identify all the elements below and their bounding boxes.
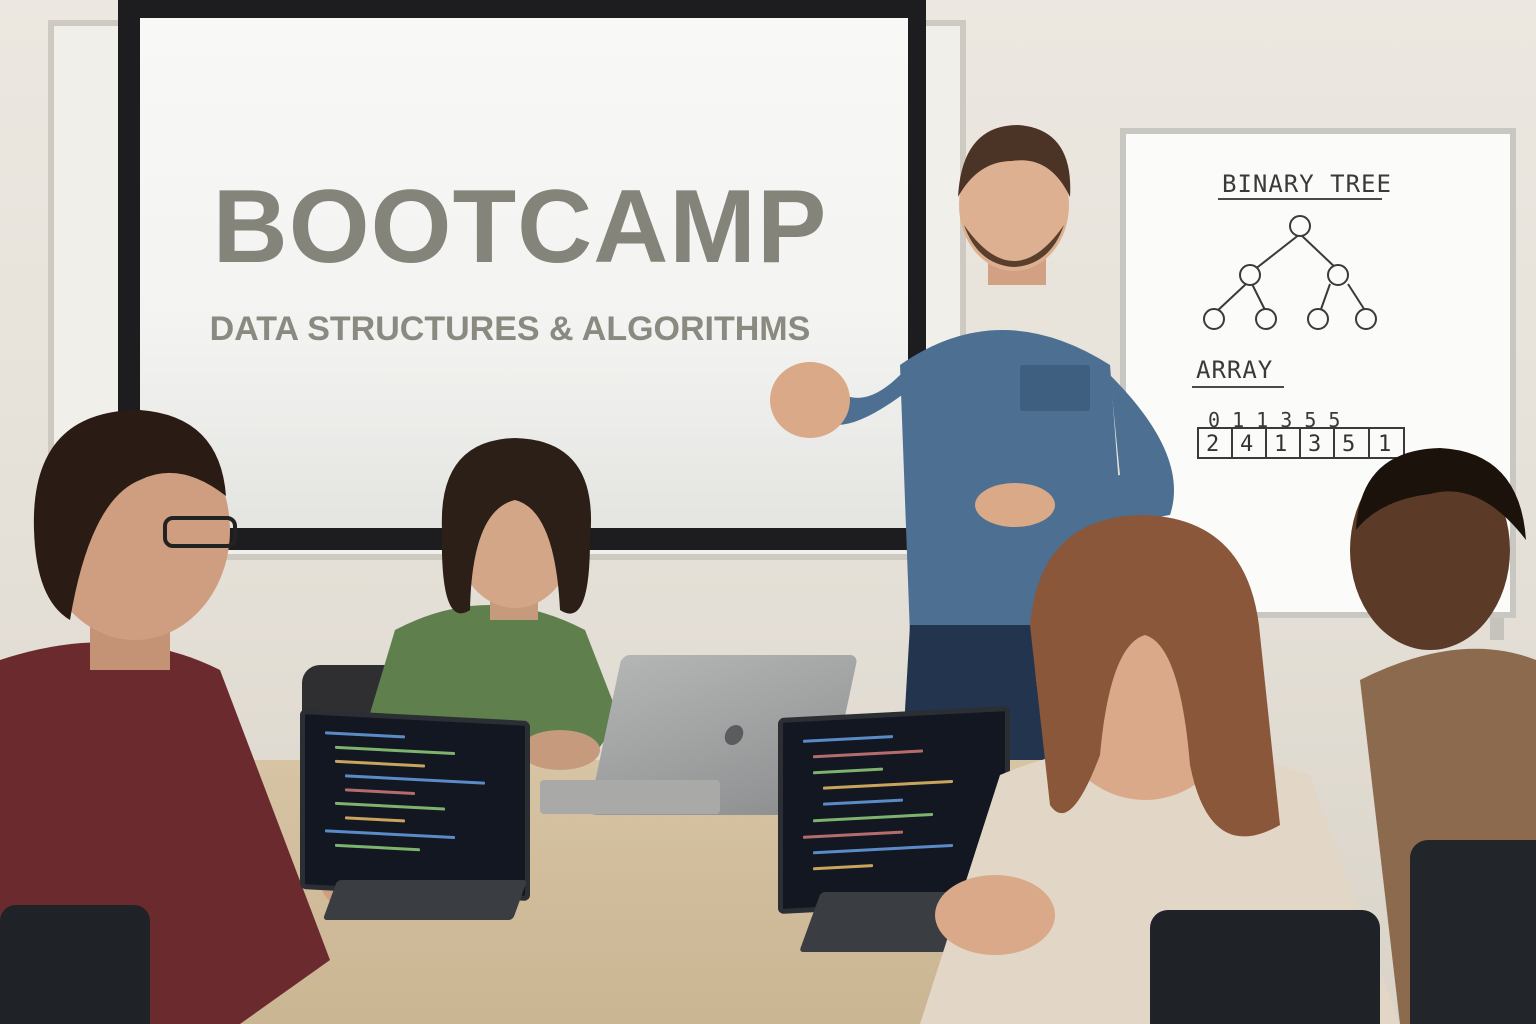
array-cell: 1 <box>1274 432 1287 457</box>
bootcamp-classroom-scene: BOOTCAMP DATA STRUCTURES & ALGORITHMS BI… <box>0 0 1536 1024</box>
chair <box>0 905 150 1024</box>
left-laptop-keyboard <box>323 880 528 920</box>
array-label: ARRAY <box>1196 356 1273 384</box>
array-underline <box>1192 386 1284 388</box>
array-cell: 4 <box>1240 432 1253 457</box>
array-index-row: 0 1 1 3 5 5 <box>1208 408 1340 432</box>
array-cell: 2 <box>1206 432 1219 457</box>
array-cell: 3 <box>1308 432 1321 457</box>
chair <box>1150 910 1380 1024</box>
laptop-logo-icon <box>723 725 745 745</box>
silver-laptop-base <box>540 780 720 814</box>
laptop-screen-code-editor-left <box>300 709 530 901</box>
chair <box>1410 840 1536 1024</box>
